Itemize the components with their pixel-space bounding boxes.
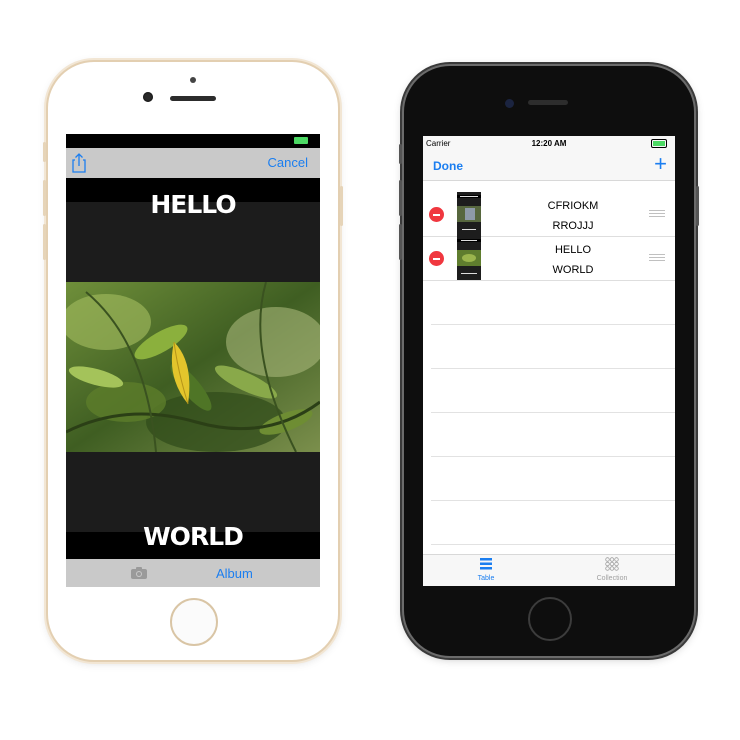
earpiece-speaker (170, 96, 216, 101)
home-button[interactable] (170, 598, 218, 646)
side-button (399, 144, 402, 164)
volume-up-button (399, 180, 402, 216)
row-top-text: HELLO (554, 244, 592, 256)
list-icon (480, 558, 492, 570)
tab-table[interactable]: Table (423, 557, 549, 582)
navigation-bar: Cancel (66, 148, 320, 178)
navigation-bar: Done + (423, 150, 675, 181)
empty-row-separator (431, 368, 675, 369)
tab-collection[interactable]: Collection (549, 557, 675, 582)
grid-icon (605, 557, 619, 571)
tab-collection-label: Collection (596, 575, 628, 582)
empty-row-separator (431, 456, 675, 457)
add-icon[interactable]: + (654, 152, 667, 176)
cancel-button[interactable]: Cancel (268, 155, 308, 170)
top-text-field[interactable]: HELLO (66, 190, 320, 219)
share-icon[interactable] (70, 152, 88, 174)
table-row[interactable]: HELLO WORLD (423, 236, 675, 281)
reorder-handle-icon[interactable] (649, 254, 665, 261)
proximity-sensor (190, 77, 196, 83)
front-camera (143, 92, 153, 102)
meme-editor-screen: Cancel HELLO WORLD Album (66, 134, 320, 587)
tab-bar: Table Collection (423, 554, 675, 586)
status-bar (66, 134, 320, 148)
empty-row-separator (431, 544, 675, 545)
album-button[interactable]: Album (216, 566, 253, 581)
camera-icon[interactable] (130, 566, 148, 580)
empty-row-separator (431, 500, 675, 501)
meme-image (66, 282, 320, 452)
side-button (43, 142, 46, 162)
meme-thumbnail (457, 192, 481, 236)
reorder-handle-icon[interactable] (649, 210, 665, 217)
volume-up-button (43, 180, 46, 216)
delete-icon[interactable] (429, 207, 444, 222)
home-button[interactable] (528, 597, 572, 641)
battery-icon (651, 139, 667, 148)
earpiece-speaker (528, 100, 568, 105)
tab-table-label: Table (477, 575, 495, 582)
empty-row-separator (431, 412, 675, 413)
done-button[interactable]: Done (433, 159, 463, 173)
phone-space-gray: Carrier 12:20 AM Done + CFRIOKM RROJJJ H… (399, 66, 699, 656)
clock: 12:20 AM (531, 139, 567, 148)
front-camera (505, 99, 514, 108)
row-bottom-text: WORLD (552, 264, 594, 276)
row-top-text: CFRIOKM (547, 200, 599, 212)
volume-down-button (399, 224, 402, 260)
meme-list-screen: Carrier 12:20 AM Done + CFRIOKM RROJJJ H… (423, 136, 675, 586)
battery-icon (294, 137, 308, 144)
status-bar: Carrier 12:20 AM (423, 136, 675, 150)
row-bottom-text: RROJJJ (552, 220, 594, 232)
power-button (696, 186, 699, 226)
power-button (340, 186, 343, 226)
meme-thumbnail (457, 236, 481, 280)
volume-down-button (43, 224, 46, 260)
delete-icon[interactable] (429, 251, 444, 266)
table-row[interactable]: CFRIOKM RROJJJ (423, 192, 675, 237)
bottom-toolbar: Album (66, 559, 320, 587)
empty-row-separator (431, 324, 675, 325)
bottom-text-field[interactable]: WORLD (66, 522, 320, 551)
phone-gold: Cancel HELLO WORLD Album (43, 62, 343, 660)
